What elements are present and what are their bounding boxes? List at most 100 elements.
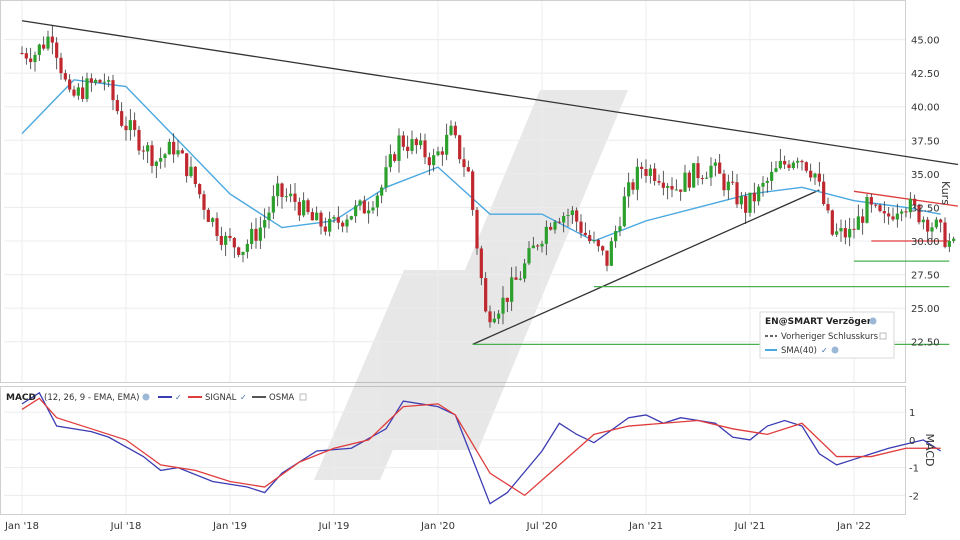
candle-body: [921, 219, 925, 223]
candle-body: [202, 194, 206, 210]
candle-body: [843, 228, 847, 238]
candle-body: [791, 162, 795, 168]
x-ticks: Jan '18 Jul '18 Jan '19 Jul '19 Jan '20 Jul '…: [4, 521, 871, 532]
candle-body: [471, 171, 475, 210]
candle-body: [800, 160, 804, 163]
macd-title: MACD: [6, 393, 36, 403]
macd-y-tick-label: -1: [909, 464, 919, 475]
candle-body: [271, 196, 275, 213]
candle-body: [830, 210, 834, 235]
candle-body: [250, 228, 254, 244]
legend-item-sma: SMA(40): [781, 346, 817, 356]
candle-body: [159, 158, 163, 162]
legend-item-signal: SIGNAL: [205, 393, 237, 403]
candle-body: [393, 154, 397, 161]
candle-body: [943, 222, 947, 247]
candle-body: [419, 140, 423, 146]
candle-body: [895, 213, 899, 220]
candle-body: [68, 79, 72, 90]
candle-body: [133, 120, 137, 130]
candle-body: [254, 228, 258, 241]
legend-toggle-prev-close[interactable]: [879, 332, 887, 340]
candle-body: [55, 42, 59, 58]
price-legend: EN@SMART Verzögert Vorheriger Schlusskur…: [759, 311, 895, 359]
candle-body: [588, 235, 592, 242]
candle-body: [150, 145, 154, 166]
candle-body: [869, 197, 873, 205]
settings-icon[interactable]: [831, 346, 839, 354]
candle-body: [557, 221, 561, 223]
legend-title: EN@SMART Verzögert: [765, 317, 876, 327]
candle-body: [124, 125, 128, 131]
candle-body: [934, 219, 938, 228]
x-tick-label: Jan '18: [4, 521, 39, 532]
candle-body: [167, 141, 171, 155]
candle-body: [436, 151, 440, 156]
candle-body: [692, 163, 696, 188]
candle-body: [137, 129, 141, 151]
candle-body: [570, 210, 574, 216]
candle-body: [497, 313, 501, 319]
settings-icon[interactable]: [142, 393, 150, 401]
candle-body: [332, 217, 336, 219]
price-y-tick-label: 32.50: [911, 203, 940, 214]
stock-chart: 45.00 42.50 40.00 37.50 35.00 32.50 30.00 27.50…: [0, 0, 959, 532]
candle-body: [731, 181, 735, 183]
candle-body: [605, 250, 609, 266]
candle-body: [115, 100, 119, 112]
candle-body: [224, 235, 228, 245]
candle-body: [414, 139, 418, 146]
candle-body: [835, 231, 839, 235]
candle-body: [466, 167, 470, 172]
candle-body: [358, 200, 362, 206]
candle-body: [891, 216, 895, 220]
price-y-tick-label: 42.50: [911, 69, 940, 80]
chevron-down-icon[interactable]: ✓: [821, 346, 828, 355]
candle-body: [553, 221, 557, 230]
candle-body: [146, 145, 150, 152]
price-y-tick-label: 35.00: [911, 170, 940, 181]
legend-item-osma: OSMA: [269, 393, 294, 403]
candle-body: [432, 155, 436, 166]
candle-body: [813, 173, 817, 178]
candle-body: [826, 204, 830, 211]
candle-body: [232, 238, 236, 248]
settings-icon[interactable]: [869, 317, 877, 325]
candle-body: [523, 263, 527, 279]
candle-body: [237, 247, 241, 255]
legend-toggle-osma[interactable]: [299, 393, 307, 401]
candle-body: [354, 205, 358, 217]
candle-body: [185, 153, 189, 177]
candle-body: [345, 219, 349, 227]
candle-body: [280, 183, 284, 197]
candle-body: [245, 243, 249, 252]
candle-body: [926, 219, 930, 232]
candle-body: [713, 162, 717, 166]
candle-body: [614, 230, 618, 242]
candle-body: [120, 111, 124, 126]
x-tick-label: Jul '19: [318, 521, 350, 532]
candle-body: [700, 178, 704, 180]
candle-body: [583, 232, 587, 236]
candle-body: [531, 245, 535, 249]
candle-body: [336, 217, 340, 223]
candle-body: [653, 168, 657, 181]
candle-body: [674, 189, 678, 191]
chevron-down-icon[interactable]: ✓: [240, 393, 247, 402]
candle-body: [29, 58, 33, 63]
candle-body: [752, 192, 756, 202]
candle-body: [380, 187, 384, 196]
candle-body: [445, 134, 449, 155]
candle-body: [817, 173, 821, 182]
candle-body: [839, 228, 843, 232]
macd-y-tick-label: 0: [909, 436, 915, 447]
price-y-ticks: 45.00 42.50 40.00 37.50 35.00 32.50 30.00 27.50…: [911, 36, 940, 349]
candle-body: [683, 172, 687, 192]
candle-body: [900, 211, 904, 214]
candle-body: [76, 87, 80, 96]
candle-body: [85, 78, 89, 99]
price-y-tick-label: 30.00: [911, 237, 940, 248]
candle-body: [241, 251, 245, 255]
chevron-down-icon[interactable]: ✓: [175, 393, 182, 402]
candle-body: [635, 166, 639, 190]
